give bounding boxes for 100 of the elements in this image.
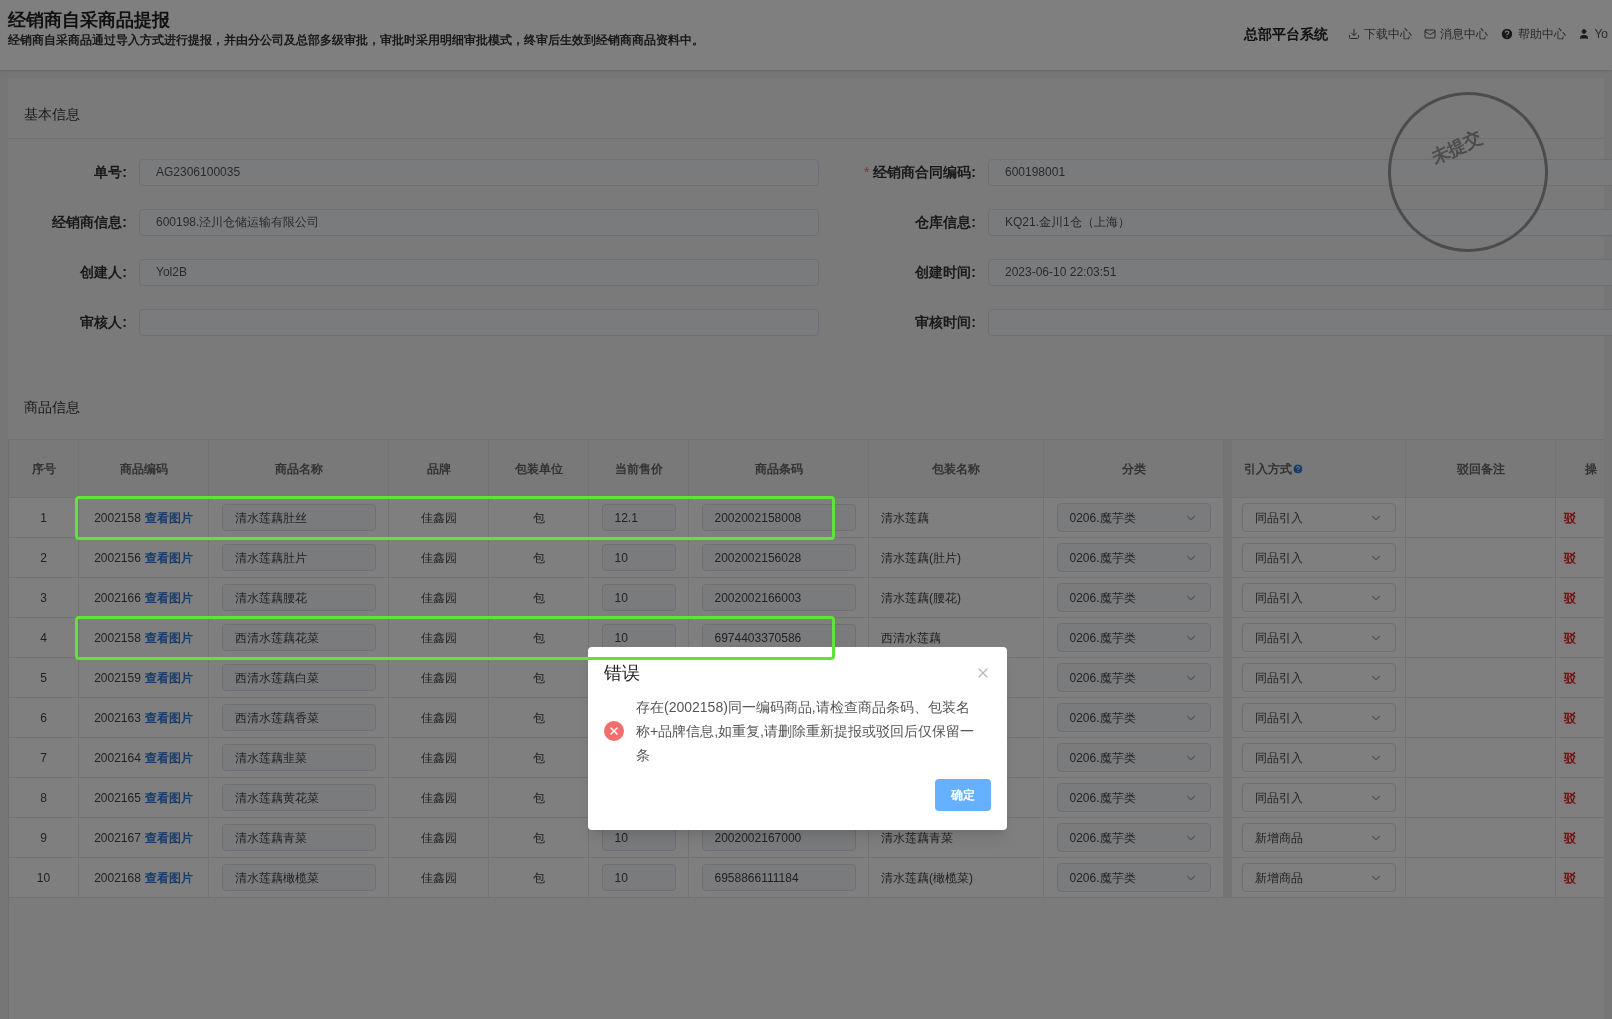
column-header: 当前售价 <box>614 460 663 477</box>
select-field[interactable]: 0206.魔芋类 <box>1056 623 1211 652</box>
view-image-link[interactable]: 查看图片 <box>144 789 193 806</box>
table-cell: 佳鑫园 <box>420 869 457 886</box>
select-field[interactable]: 同品引入 <box>1241 623 1396 652</box>
name-field[interactable]: 清水莲藕韭菜 <box>221 744 376 771</box>
view-image-link[interactable]: 查看图片 <box>144 589 193 606</box>
select-field[interactable]: 同品引入 <box>1241 543 1396 572</box>
table-cell: 佳鑫园 <box>420 629 457 646</box>
view-image-link[interactable]: 查看图片 <box>144 549 193 566</box>
table-cell: 包 <box>532 789 545 806</box>
table-cell: 包 <box>532 509 545 526</box>
name-field[interactable]: 清水莲藕黄花菜 <box>221 784 376 811</box>
reject-link[interactable]: 驳 <box>1564 509 1576 526</box>
text-field[interactable]: 600198.泾川仓储运输有限公司 <box>139 208 819 236</box>
select-field[interactable]: 新增商品 <box>1241 863 1396 892</box>
table-cell: 清水莲藕(肚片) <box>881 549 961 566</box>
select-field[interactable]: 0206.魔芋类 <box>1056 583 1211 612</box>
select-field[interactable]: 同品引入 <box>1241 783 1396 812</box>
view-image-link[interactable]: 查看图片 <box>144 669 193 686</box>
name-field[interactable]: 清水莲藕腰花 <box>221 584 376 611</box>
error-message: 存在(2002158)同一编码商品,请检查商品条码、包装名称+品牌信息,如重复,请删除重新提报或驳回后仅保留一条 <box>636 698 975 765</box>
column-header: 包装单位 <box>514 460 563 477</box>
name-field[interactable]: 清水莲藕肚片 <box>221 544 376 571</box>
select-field[interactable]: 0206.魔芋类 <box>1056 743 1211 772</box>
field-label: 审核时间: <box>915 313 976 332</box>
column-header: 操 <box>1584 460 1597 477</box>
table-cell: 清水莲藕 <box>881 509 929 526</box>
reject-link[interactable]: 驳 <box>1564 629 1576 646</box>
header-link[interactable]: 下载中心 <box>1348 26 1413 42</box>
select-field[interactable]: 0206.魔芋类 <box>1056 543 1211 572</box>
name-field[interactable]: 清水莲藕肚丝 <box>221 504 376 531</box>
select-field[interactable]: 同品引入 <box>1241 583 1396 612</box>
view-image-link[interactable]: 查看图片 <box>144 509 193 526</box>
column-header: 商品条码 <box>754 460 803 477</box>
select-field[interactable]: 0206.魔芋类 <box>1056 783 1211 812</box>
field-label: 经销商合同编码: <box>873 163 976 182</box>
table-cell: 2 <box>40 549 47 566</box>
header-link[interactable]: 帮助中心 <box>1500 26 1567 42</box>
table-cell: 西清水莲藕 <box>881 629 941 646</box>
field-label: 经销商信息: <box>52 213 127 232</box>
select-field[interactable]: 0206.魔芋类 <box>1056 503 1211 532</box>
view-image-link[interactable]: 查看图片 <box>144 869 193 886</box>
select-field[interactable]: 同品引入 <box>1241 743 1396 772</box>
select-field[interactable]: 新增商品 <box>1241 823 1396 852</box>
table-cell: 2002156 <box>94 549 141 566</box>
table-cell: 5 <box>40 669 47 686</box>
select-field[interactable]: 0206.魔芋类 <box>1056 703 1211 732</box>
table-cell: 2002158 <box>94 629 141 646</box>
table-cell: 佳鑫园 <box>420 589 457 606</box>
price-field[interactable]: 10 <box>601 864 676 891</box>
reject-link[interactable]: 驳 <box>1564 549 1576 566</box>
reject-link[interactable]: 驳 <box>1564 589 1576 606</box>
text-field[interactable]: Yol2B <box>139 258 819 286</box>
table-cell: 包 <box>532 749 545 766</box>
text-field[interactable]: AG2306100035 <box>139 158 819 186</box>
dialog-title: 错误 <box>604 662 640 685</box>
reject-link[interactable]: 驳 <box>1564 749 1576 766</box>
view-image-link[interactable]: 查看图片 <box>144 629 193 646</box>
reject-link[interactable]: 驳 <box>1564 789 1576 806</box>
price-field[interactable]: 10 <box>601 584 676 611</box>
table-cell: 10 <box>36 869 51 886</box>
table-cell: 2002163 <box>94 709 141 726</box>
price-field[interactable]: 10 <box>601 544 676 571</box>
name-field[interactable]: 西清水莲藕香菜 <box>221 704 376 731</box>
name-field[interactable]: 西清水莲藕白菜 <box>221 664 376 691</box>
select-field[interactable]: 同品引入 <box>1241 503 1396 532</box>
select-field[interactable]: 0206.魔芋类 <box>1056 663 1211 692</box>
name-field[interactable]: 清水莲藕青菜 <box>221 824 376 851</box>
select-field[interactable]: 同品引入 <box>1241 663 1396 692</box>
header-link[interactable]: 消息中心 <box>1424 26 1489 42</box>
barcode-field[interactable]: 2002002166003 <box>701 584 856 611</box>
reject-link[interactable]: 驳 <box>1564 869 1576 886</box>
reject-link[interactable]: 驳 <box>1564 669 1576 686</box>
column-header: 包装名称 <box>932 460 980 477</box>
select-field[interactable]: 同品引入 <box>1241 703 1396 732</box>
text-field[interactable]: KQ21.金川1仓（上海） <box>988 208 1612 236</box>
barcode-field[interactable]: 2002002158008 <box>701 504 856 531</box>
view-image-link[interactable]: 查看图片 <box>144 709 193 726</box>
header-link[interactable]: Yo <box>1578 26 1608 42</box>
barcode-field[interactable]: 6958866111184 <box>701 864 856 891</box>
select-field[interactable]: 0206.魔芋类 <box>1056 863 1211 892</box>
text-field[interactable]: 2023-06-10 22:03:51 <box>988 258 1612 286</box>
column-header: 序号 <box>31 460 56 477</box>
view-image-link[interactable]: 查看图片 <box>144 749 193 766</box>
name-field[interactable]: 清水莲藕橄榄菜 <box>221 864 376 891</box>
price-field[interactable]: 12.1 <box>601 504 676 531</box>
reject-link[interactable]: 驳 <box>1564 709 1576 726</box>
table-cell: 2002164 <box>94 749 141 766</box>
barcode-field[interactable]: 2002002156028 <box>701 544 856 571</box>
table-cell: 清水莲藕(橄榄菜) <box>881 869 973 886</box>
confirm-button[interactable]: 确定 <box>935 779 991 811</box>
name-field[interactable]: 西清水莲藕花菜 <box>221 624 376 651</box>
view-image-link[interactable]: 查看图片 <box>144 829 193 846</box>
table-cell: 佳鑫园 <box>420 669 457 686</box>
field-label: 创建时间: <box>915 263 976 282</box>
column-header: 商品名称 <box>274 460 323 477</box>
reject-link[interactable]: 驳 <box>1564 829 1576 846</box>
select-field[interactable]: 0206.魔芋类 <box>1056 823 1211 852</box>
section-title: 基本信息 <box>24 106 80 122</box>
